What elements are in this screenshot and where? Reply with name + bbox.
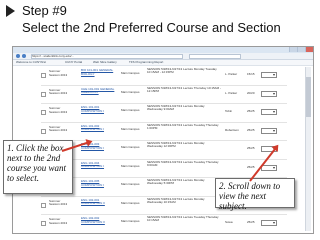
instructor-cell: Tobin [225, 109, 233, 113]
term-cell: Summer Session 2013 [49, 198, 68, 207]
minimize-icon[interactable] [289, 47, 297, 52]
section-select[interactable] [261, 127, 277, 134]
instructor-cell: L. Parker [225, 72, 238, 76]
row-checkbox[interactable] [41, 110, 46, 115]
description-cell: SESSION 5/28/13-6/27/13 Lecture Tuesday … [147, 216, 219, 223]
search-input[interactable] [189, 54, 241, 59]
description-cell: SESSION 5/28/13-6/27/13 Lecture Monday W… [147, 142, 205, 149]
row-checkbox[interactable] [41, 221, 46, 226]
table-row: Summer Session 2013 ENG 101-002 COMPOSIT… [41, 123, 287, 141]
table-row: Summer Session 2013 ENG 101-004 COMPOSIT… [41, 160, 287, 178]
url-input[interactable]: https://...studentlink.cuny.edu/... [31, 54, 183, 59]
table-row: Summer Session 2013 CHE 101-001 GENERAL … [41, 86, 287, 104]
capacity-cell: 25/25 [247, 220, 255, 224]
campus-cell: Main Campus [121, 182, 140, 186]
row-checkbox[interactable] [41, 91, 46, 97]
bullet-arrow-icon [6, 5, 15, 17]
description-cell: SESSION 5/28/13-6/27/13 Lecture Monday W… [147, 197, 205, 204]
table-row: Summer Session 2013 ENG 101-001 COMPOSIT… [41, 104, 287, 123]
course-link[interactable]: ENG 101-002 COMPOSITION I [81, 124, 115, 132]
course-link[interactable]: ENG 101-005 COMPOSITION I [81, 179, 115, 187]
capacity-cell: 25/25 [247, 146, 255, 150]
course-table: Summer Session 2013 BIO 101-001 GENERAL … [41, 67, 287, 233]
forward-icon[interactable] [22, 54, 26, 58]
row-checkbox[interactable] [41, 128, 46, 134]
course-link[interactable]: CHE 101-001 GENERAL CHEMISTRY [81, 87, 115, 95]
bookmark-item[interactable]: Web Slice Gallery [93, 61, 117, 64]
capacity-cell: 15/15 [247, 72, 255, 76]
section-select[interactable] [261, 72, 277, 78]
instructor-cell: L. Parker [225, 90, 238, 95]
back-icon[interactable] [16, 54, 20, 58]
campus-cell: Main Campus [121, 219, 140, 223]
description-cell: SESSION 5/28/13-6/27/13 Lecture Tuesday … [147, 160, 219, 167]
term-cell: Summer Session 2013 [49, 217, 68, 225]
course-link[interactable]: BIO 101-001 GENERAL BIOLOGY [81, 68, 115, 76]
table-row: Summer Session 2013 ENG 102-002 COMPOSIT… [41, 215, 287, 233]
campus-cell: Main Campus [121, 126, 140, 131]
course-link[interactable]: ENG 101-001 COMPOSITION I [81, 105, 115, 113]
capacity-cell: 25/25 [247, 109, 255, 113]
term-cell: Summer Session 2013 [49, 69, 68, 77]
bookmark-item[interactable]: CUNY Portal [65, 61, 82, 64]
row-checkbox[interactable] [41, 202, 46, 208]
description-cell: SESSION 5/28/13-6/27/13 Lecture Monday W… [147, 105, 205, 112]
scrollbar-thumb[interactable] [306, 77, 311, 117]
vertical-scrollbar[interactable] [305, 67, 311, 231]
description-cell: SESSION 5/28/13-6/27/13 Lecture Thursday… [147, 86, 221, 93]
campus-cell: Main Campus [121, 108, 140, 112]
description-cell: SESSION 5/28/13-6/27/13 Lecture Tuesday … [147, 123, 219, 130]
bookmark-item[interactable]: Welcome to CUNYfirst [16, 61, 46, 64]
bookmarks-bar: Welcome to CUNYfirst CUNY Portal Web Sli… [13, 60, 313, 66]
section-select[interactable] [261, 90, 277, 97]
step-subtitle: Select the 2nd Preferred Course and Sect… [22, 20, 281, 35]
campus-cell: Main Campus [121, 145, 140, 149]
row-checkbox[interactable] [41, 73, 46, 78]
course-link[interactable]: ENG 102-002 COMPOSITION II [81, 216, 115, 224]
bookmark-item[interactable]: TFS Programming Report [129, 61, 163, 64]
callout-click-box: 1. Click the box next to the 2nd course … [3, 140, 73, 194]
description-cell: SESSION 5/28/13-6/27/13 Lecture Monday T… [147, 68, 217, 75]
slide-header: Step #9 Select the 2nd Preferred Course … [6, 3, 314, 46]
campus-cell: Main Campus [121, 89, 140, 94]
capacity-cell: 20/20 [247, 90, 255, 95]
callout-scroll-down: 2. Scroll down to view the next subject. [215, 178, 295, 211]
maximize-icon[interactable] [297, 47, 305, 52]
close-icon[interactable] [305, 47, 313, 52]
instructor-cell: Sowa [225, 220, 233, 224]
section-select[interactable] [261, 220, 277, 226]
course-link[interactable]: ENG 102-001 COMPOSITION II [81, 198, 115, 206]
term-cell: Summer Session 2013 [49, 106, 68, 114]
instructor-cell: Robertson [225, 127, 239, 132]
capacity-cell: 25/25 [247, 127, 255, 132]
campus-cell: Main Campus [121, 200, 140, 205]
term-cell: Summer Session 2013 [49, 124, 68, 133]
description-cell: SESSION 5/28/13-6/27/13 Lecture Monday W… [147, 179, 205, 186]
campus-cell: Main Campus [121, 71, 140, 75]
section-select[interactable] [261, 109, 277, 115]
campus-cell: Main Campus [121, 163, 140, 168]
course-link[interactable]: ENG 101-004 COMPOSITION I [81, 161, 115, 169]
step-title: Step #9 [22, 3, 67, 18]
address-bar: https://...studentlink.cuny.edu/... [13, 53, 313, 60]
term-cell: Summer Session 2013 [49, 87, 68, 96]
table-row: Summer Session 2013 BIO 101-001 GENERAL … [41, 67, 287, 86]
